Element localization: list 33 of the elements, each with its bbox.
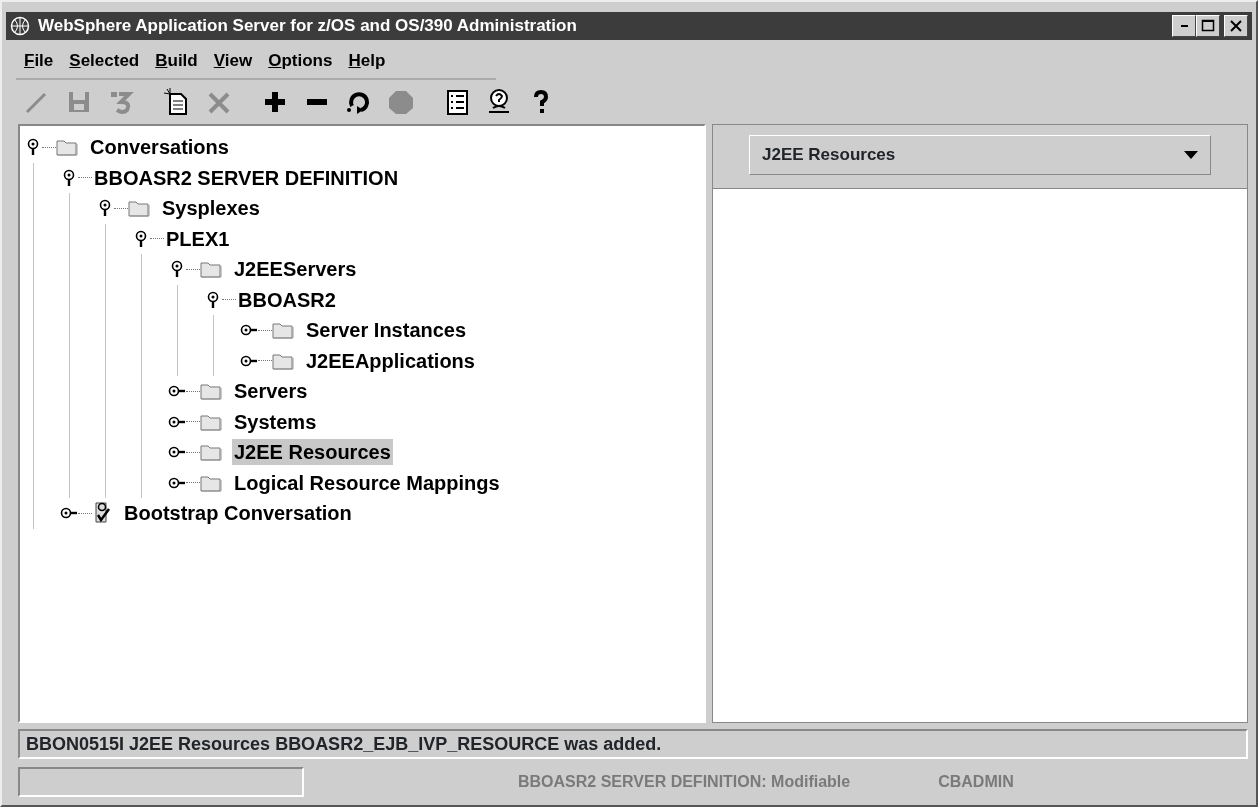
- minimize-button[interactable]: [1172, 15, 1196, 37]
- menu-item[interactable]: Options: [260, 48, 341, 74]
- tree-item[interactable]: Conversations: [88, 134, 231, 161]
- resource-type-dropdown[interactable]: J2EE Resources: [749, 135, 1211, 175]
- close-icon: [1230, 20, 1242, 32]
- tree-item[interactable]: J2EEApplications: [304, 347, 477, 374]
- tree-item[interactable]: Servers: [232, 378, 310, 405]
- tree-item[interactable]: Systems: [232, 408, 319, 435]
- maximize-icon: [1201, 19, 1215, 33]
- status-text: BBOASR2 SERVER DEFINITION: Modifiable: [518, 772, 851, 792]
- menu-item[interactable]: Build: [147, 48, 206, 74]
- user-text: CBADMIN: [938, 772, 1014, 792]
- tree-item[interactable]: Bootstrap Conversation: [122, 500, 354, 527]
- close-button[interactable]: [1224, 15, 1248, 37]
- tree-item[interactable]: Sysplexes: [160, 195, 262, 222]
- minus-icon: [307, 99, 327, 105]
- menu-item[interactable]: View: [205, 48, 261, 74]
- tree-item[interactable]: J2EE Resources: [232, 439, 393, 466]
- dropdown-arrow-icon: [1184, 151, 1198, 159]
- minimize-icon: [1180, 25, 1188, 27]
- tree-item[interactable]: Server Instances: [304, 317, 469, 344]
- globe-icon: [10, 16, 30, 36]
- menu-item[interactable]: File: [16, 48, 62, 74]
- tree-item[interactable]: BBOASR2: [236, 286, 338, 313]
- tree-item[interactable]: J2EEServers: [232, 256, 359, 283]
- message-text: BBON0515I J2EE Resources BBOASR2_EJB_IVP_RESOURCE was added.: [18, 729, 1248, 759]
- tree-item[interactable]: PLEX1: [164, 225, 232, 252]
- maximize-button[interactable]: [1196, 15, 1220, 37]
- tree-item[interactable]: Logical Resource Mappings: [232, 469, 502, 496]
- tree-item[interactable]: BBOASR2 SERVER DEFINITION: [92, 164, 401, 191]
- window-title: WebSphere Application Server for z/OS and OS/390 Administration: [38, 15, 578, 38]
- menu-item[interactable]: Selected: [61, 48, 148, 74]
- menu-item[interactable]: Help: [340, 48, 394, 74]
